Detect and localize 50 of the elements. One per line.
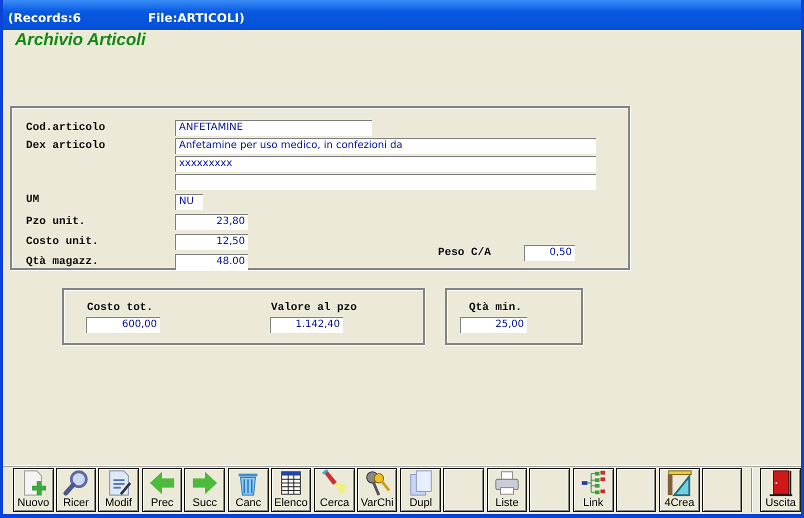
window-title: (Records:6: [8, 10, 82, 24]
toolbar-button[interactable]: Link: [572, 468, 614, 512]
left-arrow-icon: [148, 469, 176, 497]
input-field[interactable]: 48.00: [175, 254, 248, 270]
field-label: Cod.articolo: [26, 121, 106, 136]
input-field[interactable]: 600,00: [86, 317, 160, 333]
field-label: Qtà min.: [469, 301, 523, 316]
input-field[interactable]: [175, 174, 596, 190]
input-field[interactable]: ANFETAMINE: [175, 120, 372, 136]
input-field[interactable]: 1.142,40: [270, 317, 343, 333]
field-label: UM: [26, 193, 40, 208]
toolbar-button[interactable]: VarChi: [356, 468, 398, 512]
field-label: Costo tot.: [87, 301, 154, 316]
empty-button[interactable]: [702, 468, 742, 512]
field-label: Valore al pzo: [271, 301, 357, 316]
field-label: Dex articolo: [26, 139, 106, 154]
page-heading: Archivio Articoli: [15, 30, 147, 50]
input-field[interactable]: 25,00: [460, 317, 527, 333]
toolbar-button[interactable]: Uscita: [760, 468, 801, 512]
toolbar-button[interactable]: Prec: [142, 468, 182, 512]
field-label: Peso C/A: [438, 246, 491, 261]
input-field[interactable]: Anfetamine per uso medico, in confezioni da: [175, 138, 596, 154]
toolbar-button[interactable]: Ricer: [56, 468, 96, 512]
input-field[interactable]: NU: [175, 194, 203, 210]
field-label: Pzo unit.: [26, 215, 86, 230]
empty-button[interactable]: [443, 468, 484, 512]
input-field[interactable]: 23,80: [175, 214, 248, 230]
tree-diagram-icon: [579, 469, 608, 497]
printer-icon: [493, 469, 521, 497]
empty-button[interactable]: [616, 468, 656, 512]
toolbar-button[interactable]: Modif: [98, 468, 139, 512]
toolbar-button[interactable]: Elenco: [270, 468, 312, 512]
right-arrow-icon: [190, 469, 219, 497]
toolbar-button[interactable]: Cerca: [314, 468, 355, 512]
toolbar-button[interactable]: Canc: [228, 468, 269, 512]
ruler-and-square-icon: [665, 469, 694, 497]
empty-button[interactable]: [529, 468, 570, 512]
window-title: File:ARTICOLI): [148, 10, 245, 24]
flashlight-icon: [320, 469, 349, 497]
toolbar-button[interactable]: Succ: [184, 468, 226, 512]
input-field[interactable]: xxxxxxxxx: [175, 156, 596, 172]
input-field[interactable]: 0,50: [524, 245, 575, 261]
toolbar-button[interactable]: Liste: [486, 468, 528, 512]
field-label: Costo unit.: [26, 235, 100, 250]
input-field[interactable]: 12,50: [175, 234, 248, 250]
toolbar-button[interactable]: 4Crea: [659, 468, 700, 512]
toolbar-button[interactable]: Nuovo: [13, 468, 54, 512]
toolbar-button[interactable]: Dupl: [400, 468, 442, 512]
magnifier-icon: [62, 469, 90, 497]
field-label: Qtà magazz.: [26, 255, 100, 270]
